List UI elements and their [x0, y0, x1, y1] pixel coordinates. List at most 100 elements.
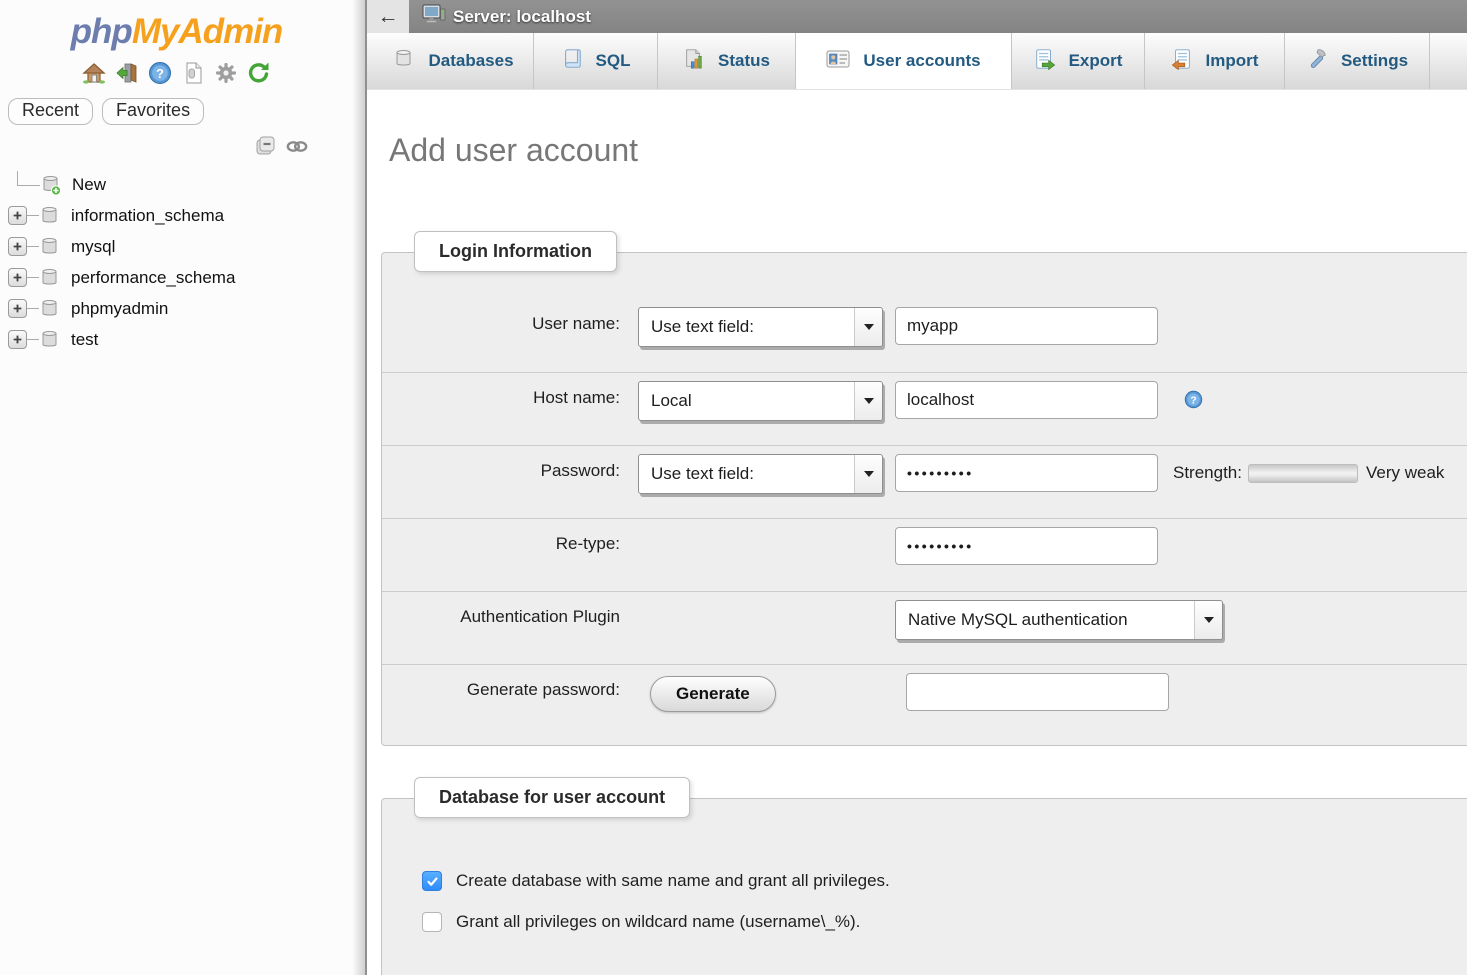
password-label: Password:: [422, 454, 620, 481]
selected-option: Use text field:: [639, 317, 854, 337]
sidebar-nav-icons: ?: [0, 61, 353, 85]
status-icon: [683, 48, 705, 75]
sidebar: phpMyAdmin ? Recent Favorites: [0, 0, 353, 975]
database-tree: New information_schema mysql performance…: [0, 169, 353, 355]
chevron-down-icon: [854, 455, 882, 493]
hostname-input[interactable]: [895, 381, 1158, 419]
grant-wildcard-label[interactable]: Grant all privileges on wildcard name (u…: [456, 912, 860, 932]
expand-icon[interactable]: [8, 206, 27, 225]
selected-option: Local: [639, 391, 854, 411]
gear-icon[interactable]: [214, 61, 238, 85]
link-with-main-icon[interactable]: [286, 140, 308, 153]
expand-icon[interactable]: [8, 237, 27, 256]
favorites-dropdown[interactable]: Favorites: [102, 98, 204, 125]
grant-wildcard-checkbox[interactable]: [422, 912, 442, 932]
strength-label: Strength:: [1173, 463, 1242, 483]
back-button[interactable]: ←: [367, 0, 409, 33]
password-input[interactable]: [895, 454, 1158, 492]
recent-dropdown[interactable]: Recent: [8, 98, 93, 125]
export-icon: [1034, 48, 1056, 75]
tree-item-label[interactable]: test: [71, 330, 98, 350]
breadcrumb-server[interactable]: Server: localhost: [453, 7, 591, 27]
tree-item-label[interactable]: performance_schema: [71, 268, 235, 288]
topbar: ← Server: localhost: [367, 0, 1467, 33]
tree-item-label[interactable]: information_schema: [71, 206, 224, 226]
generate-button[interactable]: Generate: [650, 676, 776, 712]
tree-connector-line: [27, 339, 39, 340]
page-title: Add user account: [389, 132, 1467, 169]
database-icon: [39, 205, 61, 227]
hostname-row: Host name: Local ?: [382, 372, 1467, 445]
tree-connector-line: [27, 215, 39, 216]
username-label: User name:: [422, 307, 620, 334]
retype-row: Re-type:: [382, 518, 1467, 591]
auth-plugin-row: Authentication Plugin Native MySQL authe…: [382, 591, 1467, 664]
tree-connector-line: [27, 308, 39, 309]
tab-sql[interactable]: SQL: [534, 33, 658, 89]
strength-meter: [1248, 464, 1358, 483]
password-type-select[interactable]: Use text field:: [638, 454, 883, 494]
collapse-all-icon[interactable]: [255, 135, 277, 157]
tree-item-database: performance_schema: [0, 262, 353, 293]
svg-text:?: ?: [1190, 395, 1196, 406]
user-accounts-icon: [826, 48, 850, 75]
sidebar-filters: Recent Favorites: [8, 98, 353, 125]
docs-icon[interactable]: [181, 61, 205, 85]
expand-icon[interactable]: [8, 299, 27, 318]
phpmyadmin-logo[interactable]: phpMyAdmin: [0, 8, 353, 52]
svg-text:?: ?: [156, 66, 164, 81]
tab-label: Status: [718, 51, 770, 71]
grant-wildcard-option: Grant all privileges on wildcard name (u…: [422, 912, 1467, 932]
tab-label: SQL: [596, 51, 631, 71]
tab-status[interactable]: Status: [658, 33, 796, 89]
retype-password-input[interactable]: [895, 527, 1158, 565]
tree-item-label[interactable]: phpmyadmin: [71, 299, 168, 319]
tab-label: Export: [1069, 51, 1123, 71]
tree-item-new-label[interactable]: New: [72, 175, 106, 195]
logo-php-text: php: [71, 12, 132, 51]
sql-icon: [561, 48, 583, 75]
database-icon: [39, 329, 61, 351]
new-database-icon: [40, 174, 62, 196]
auth-plugin-select[interactable]: Native MySQL authentication: [895, 600, 1223, 640]
tab-user-accounts[interactable]: User accounts: [796, 33, 1012, 89]
tab-databases[interactable]: Databases: [374, 33, 534, 89]
generated-password-input[interactable]: [906, 673, 1169, 711]
create-database-label[interactable]: Create database with same name and grant…: [456, 871, 890, 891]
hostname-type-select[interactable]: Local: [638, 381, 883, 421]
chevron-down-icon: [854, 308, 882, 346]
password-strength: Strength: Very weak: [1173, 454, 1444, 483]
tree-item-new: New: [0, 169, 353, 200]
server-breadcrumb-bar: Server: localhost: [409, 0, 1467, 33]
tree-item-database: information_schema: [0, 200, 353, 231]
tab-label: Databases: [428, 51, 513, 71]
username-input[interactable]: [895, 307, 1158, 345]
tab-export[interactable]: Export: [1012, 33, 1145, 89]
tree-item-database: phpmyadmin: [0, 293, 353, 324]
tab-import[interactable]: Import: [1145, 33, 1285, 89]
expand-icon[interactable]: [8, 330, 27, 349]
chevron-down-icon: [854, 382, 882, 420]
create-database-option: Create database with same name and grant…: [422, 871, 1467, 891]
tree-item-label[interactable]: mysql: [71, 237, 115, 257]
logout-icon[interactable]: [115, 61, 139, 85]
tree-connector-line: [27, 277, 39, 278]
help-icon[interactable]: ?: [148, 61, 172, 85]
tab-settings[interactable]: Settings: [1285, 33, 1430, 89]
database-for-user-fieldset: Database for user account Create databas…: [381, 798, 1467, 975]
create-database-checkbox[interactable]: [422, 871, 442, 891]
login-information-legend: Login Information: [414, 231, 617, 272]
username-type-select[interactable]: Use text field:: [638, 307, 883, 347]
import-icon: [1171, 48, 1193, 75]
chevron-down-icon: [1194, 601, 1222, 639]
refresh-icon[interactable]: [247, 61, 271, 85]
main-panel: ← Server: localhost Databases SQL Status: [367, 0, 1467, 975]
database-for-user-legend: Database for user account: [414, 777, 690, 818]
expand-icon[interactable]: [8, 268, 27, 287]
database-icon: [39, 298, 61, 320]
strength-text: Very weak: [1366, 463, 1444, 483]
tree-item-database: mysql: [0, 231, 353, 262]
hostname-help-icon[interactable]: ?: [1184, 390, 1203, 409]
panel-resizer[interactable]: [353, 0, 367, 975]
home-icon[interactable]: [82, 61, 106, 85]
